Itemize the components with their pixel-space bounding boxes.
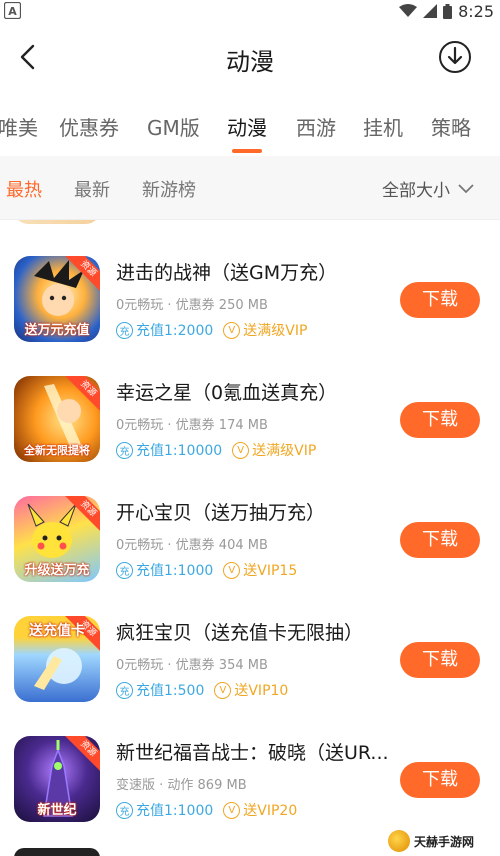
game-title[interactable]: 开心宝贝（送万抽万充） xyxy=(116,498,325,525)
page-title: 动漫 xyxy=(226,48,274,76)
recharge-circle-icon: 充 xyxy=(116,321,133,339)
game-meta: 0元畅玩 · 优惠券 250 MB xyxy=(116,298,268,313)
recharge-tag: 充充值1:2000 xyxy=(116,320,213,340)
watermark-text: 天赫手游网 xyxy=(414,834,475,849)
game-icon: 资源 升级送万充 xyxy=(14,496,100,582)
tab-weimei[interactable]: 唯美 xyxy=(0,112,38,141)
wifi-icon xyxy=(399,4,418,17)
recharge-text: 充值1:1000 xyxy=(136,803,214,819)
list-item[interactable]: 资源 送充值卡 疯狂宝贝（送充值卡无限抽） 0元畅玩 · 优惠券 354 MB … xyxy=(0,616,500,736)
tab-anime[interactable]: 动漫 xyxy=(227,112,267,141)
game-icon: 资源 新世纪 xyxy=(14,736,100,822)
game-meta: 0元畅玩 · 优惠券 174 MB xyxy=(116,418,268,433)
recharge-tag: 充充值1:10000 xyxy=(116,440,222,460)
recharge-text: 充值1:2000 xyxy=(136,323,214,339)
tab-strategy[interactable]: 策略 xyxy=(431,112,471,141)
recharge-tag: 充充值1:500 xyxy=(116,680,204,700)
vip-tag: V 送满级VIP xyxy=(232,440,316,460)
vip-tag: V 送VIP10 xyxy=(214,680,288,700)
game-title[interactable]: 进击的战神（送GM万充） xyxy=(116,258,337,285)
download-button[interactable]: 下载 xyxy=(400,402,480,438)
battery-icon xyxy=(443,3,453,19)
vip-text: 送VIP15 xyxy=(243,563,298,579)
recharge-circle-icon: 充 xyxy=(116,561,133,579)
list-item[interactable]: 资源 送万元充值 进击的战神（送GM万充） 0元畅玩 · 优惠券 250 MB … xyxy=(0,256,500,376)
next-item-icon-peek xyxy=(14,848,100,856)
vip-tag: V 送满级VIP xyxy=(223,320,307,340)
game-icon-caption: 送充值卡 xyxy=(29,623,85,639)
game-title[interactable]: 疯狂宝贝（送充值卡无限抽） xyxy=(116,618,363,645)
sort-new-ranking[interactable]: 新游榜 xyxy=(142,176,196,202)
vip-circle-icon: V xyxy=(232,441,250,459)
vip-circle-icon: V xyxy=(223,801,241,819)
svg-text:A: A xyxy=(8,5,17,18)
recharge-tag: 充充值1:1000 xyxy=(116,560,213,580)
game-icon-caption: 全新无限提将 xyxy=(24,444,90,457)
sort-hottest[interactable]: 最热 xyxy=(6,176,42,202)
game-icon-caption: 升级送万充 xyxy=(24,563,90,578)
recharge-circle-icon: 充 xyxy=(116,441,133,459)
download-button[interactable]: 下载 xyxy=(400,522,480,558)
game-icon-caption: 新世纪 xyxy=(37,803,77,818)
game-meta: 0元畅玩 · 优惠券 404 MB xyxy=(116,538,268,553)
download-button[interactable]: 下载 xyxy=(400,282,480,318)
download-button[interactable]: 下载 xyxy=(400,642,480,678)
recharge-circle-icon: 充 xyxy=(116,801,133,819)
vip-tag: V 送VIP15 xyxy=(223,560,297,580)
vip-circle-icon: V xyxy=(223,561,241,579)
sort-newest[interactable]: 最新 xyxy=(74,176,110,202)
game-tags: 充充值1:1000 V 送VIP20 xyxy=(116,800,297,820)
download-circle-icon xyxy=(439,41,471,73)
recharge-text: 充值1:10000 xyxy=(136,443,223,459)
vip-circle-icon: V xyxy=(214,681,232,699)
game-tags: 充充值1:500 V 送VIP10 xyxy=(116,680,288,700)
game-meta: 变速版 · 动作 869 MB xyxy=(116,778,247,793)
tab-gm[interactable]: GM版 xyxy=(147,112,200,141)
vip-tag: V 送VIP20 xyxy=(223,800,297,820)
size-filter-dropdown[interactable]: 全部大小 xyxy=(382,176,474,201)
sort-bar: 最热 最新 新游榜 全部大小 xyxy=(0,156,500,220)
previous-item-icon-peek xyxy=(14,220,100,224)
game-tags: 充充值1:2000 V 送满级VIP xyxy=(116,320,307,340)
vip-circle-icon: V xyxy=(223,321,241,339)
active-tab-indicator xyxy=(232,149,262,153)
recharge-tag: 充充值1:1000 xyxy=(116,800,213,820)
game-tags: 充充值1:10000 V 送满级VIP xyxy=(116,440,316,460)
watermark-logo-icon xyxy=(388,830,410,852)
game-icon: 资源 全新无限提将 xyxy=(14,376,100,462)
recharge-circle-icon: 充 xyxy=(116,681,133,699)
status-bar: A 8:25 xyxy=(0,0,500,24)
tab-xiyou[interactable]: 西游 xyxy=(296,112,336,141)
game-meta: 0元畅玩 · 优惠券 354 MB xyxy=(116,658,268,673)
status-time: 8:25 xyxy=(458,1,494,21)
recharge-text: 充值1:500 xyxy=(136,683,205,699)
vip-text: 送VIP20 xyxy=(243,803,298,819)
tab-coupon[interactable]: 优惠券 xyxy=(59,112,119,141)
title-bar: 动漫 xyxy=(0,24,500,90)
list-item[interactable]: 资源 全新无限提将 幸运之星（0氪血送真充） 0元畅玩 · 优惠券 174 MB… xyxy=(0,376,500,496)
tab-idle[interactable]: 挂机 xyxy=(363,112,403,141)
game-title[interactable]: 幸运之星（0氪血送真充） xyxy=(116,378,337,405)
signal-icon xyxy=(423,4,438,18)
watermark: 天赫手游网 xyxy=(388,828,498,854)
game-icon: 资源 送充值卡 xyxy=(14,616,100,702)
game-icon-caption: 送万元充值 xyxy=(24,323,90,338)
notification-a-icon: A xyxy=(4,2,21,19)
vip-text: 送满级VIP xyxy=(252,443,317,459)
vip-text: 送VIP10 xyxy=(234,683,289,699)
size-filter-label: 全部大小 xyxy=(382,181,450,201)
list-item[interactable]: 资源 升级送万充 开心宝贝（送万抽万充） 0元畅玩 · 优惠券 404 MB 充… xyxy=(0,496,500,616)
game-tags: 充充值1:1000 V 送VIP15 xyxy=(116,560,297,580)
game-list: 资源 送万元充值 进击的战神（送GM万充） 0元畅玩 · 优惠券 250 MB … xyxy=(0,220,500,856)
download-manager-button[interactable] xyxy=(438,40,472,74)
chevron-down-icon xyxy=(458,183,474,193)
vip-text: 送满级VIP xyxy=(243,323,308,339)
download-button[interactable]: 下载 xyxy=(400,762,480,798)
category-tabs: 唯美 优惠券 GM版 动漫 西游 挂机 策略 xyxy=(0,90,500,156)
game-icon: 资源 送万元充值 xyxy=(14,256,100,342)
game-title[interactable]: 新世纪福音战士：破晓（送UR... xyxy=(116,738,389,765)
recharge-text: 充值1:1000 xyxy=(136,563,214,579)
